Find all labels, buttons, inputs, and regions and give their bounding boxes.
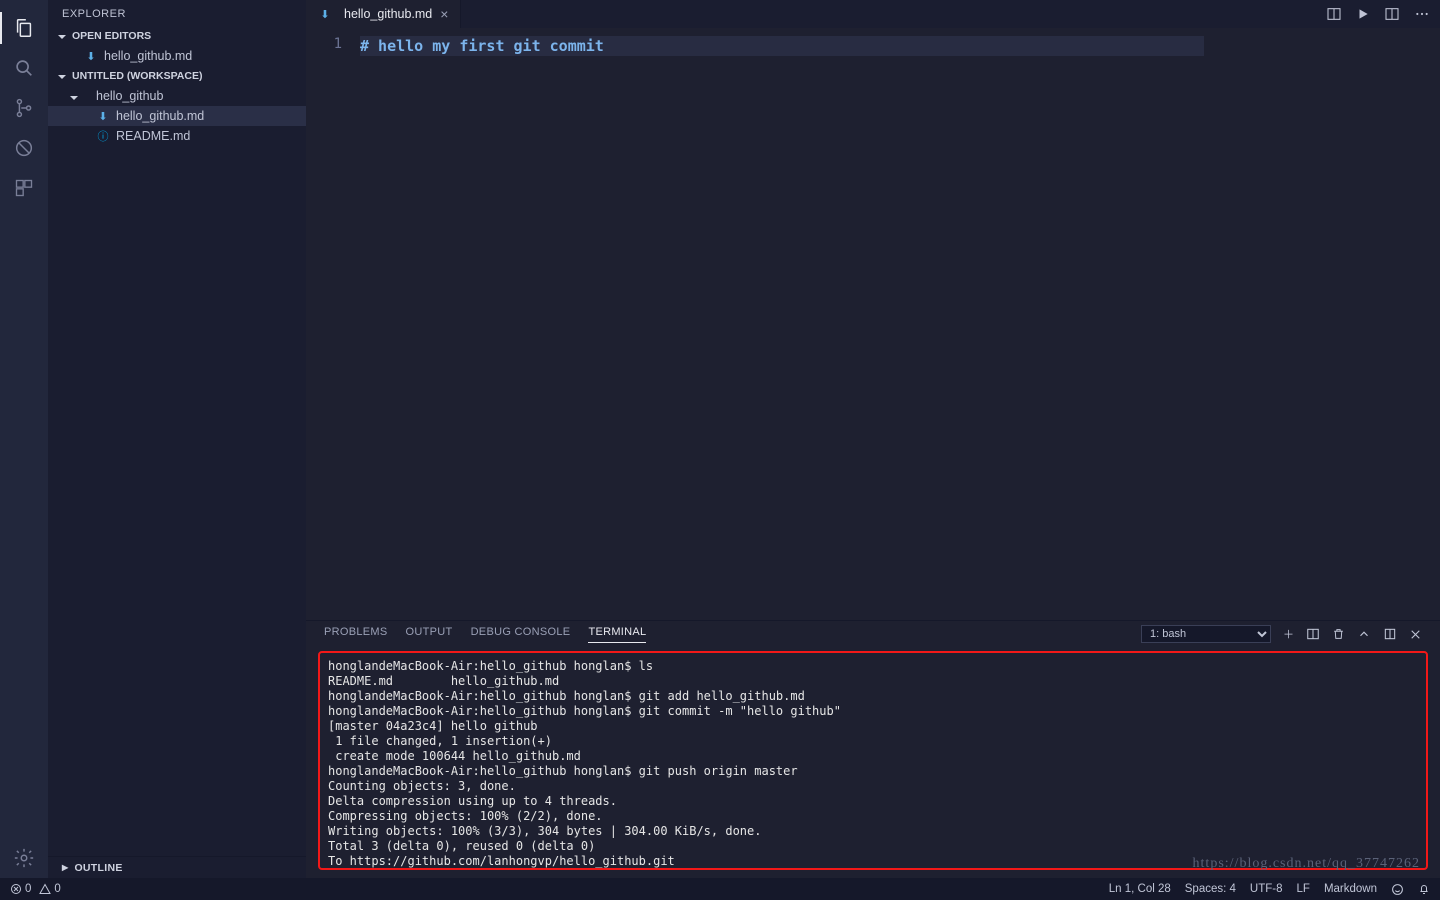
bottom-panel: PROBLEMS OUTPUT DEBUG CONSOLE TERMINAL 1… xyxy=(306,620,1440,878)
file-label: hello_github.md xyxy=(116,109,204,123)
tab-debug-console[interactable]: DEBUG CONSOLE xyxy=(471,626,571,642)
markdown-file-icon: ⬇ xyxy=(96,109,110,123)
settings-gear-icon[interactable] xyxy=(0,838,48,878)
folder-row[interactable]: hello_github xyxy=(48,86,306,106)
outline-header[interactable]: OUTLINE xyxy=(48,856,306,878)
panel-tabs: PROBLEMS OUTPUT DEBUG CONSOLE TERMINAL 1… xyxy=(306,621,1440,647)
notifications-icon[interactable] xyxy=(1418,883,1430,896)
split-preview-icon[interactable] xyxy=(1326,6,1342,22)
markdown-file-icon: ⬇ xyxy=(318,7,332,21)
explorer-icon[interactable] xyxy=(0,8,48,48)
file-row[interactable]: ⬇ hello_github.md xyxy=(48,106,306,126)
new-terminal-icon[interactable]: ＋ xyxy=(1283,626,1294,642)
status-errors[interactable]: 0 xyxy=(10,883,31,895)
tab-output[interactable]: OUTPUT xyxy=(406,626,453,642)
extensions-icon[interactable] xyxy=(0,168,48,208)
status-warnings[interactable]: 0 xyxy=(39,883,60,895)
close-panel-icon[interactable] xyxy=(1409,628,1422,641)
activity-bar xyxy=(0,0,48,878)
markdown-file-icon: ⬇ xyxy=(84,49,98,63)
source-control-icon[interactable] xyxy=(0,88,48,128)
status-encoding[interactable]: UTF-8 xyxy=(1250,883,1283,895)
explorer-sidebar: EXPLORER OPEN EDITORS ⬇ hello_github.md … xyxy=(48,0,306,878)
search-icon[interactable] xyxy=(0,48,48,88)
tab-bar: ⬇ hello_github.md × xyxy=(306,0,1440,28)
status-bar: 0 0 Ln 1, Col 28 Spaces: 4 UTF-8 LF Mark… xyxy=(0,878,1440,900)
split-terminal-icon[interactable] xyxy=(1306,627,1320,641)
tab-problems[interactable]: PROBLEMS xyxy=(324,626,388,642)
code-content[interactable]: # hello my first git commit xyxy=(356,28,1440,620)
maximize-panel-icon[interactable] xyxy=(1383,627,1397,641)
watermark: https://blog.csdn.net/qq_37747262 xyxy=(1193,856,1420,872)
terminal-output[interactable]: honglandeMacBook-Air:hello_github hongla… xyxy=(318,651,1428,870)
folder-label: hello_github xyxy=(96,89,163,103)
close-icon[interactable]: × xyxy=(438,6,450,22)
line-gutter: 1 xyxy=(306,28,356,620)
status-position[interactable]: Ln 1, Col 28 xyxy=(1109,883,1171,895)
kill-terminal-icon[interactable] xyxy=(1332,627,1345,641)
tab-label: hello_github.md xyxy=(344,7,432,21)
file-label: README.md xyxy=(116,129,190,143)
split-editor-icon[interactable] xyxy=(1384,6,1400,22)
terminal-select[interactable]: 1: bash xyxy=(1141,625,1271,643)
debug-icon[interactable] xyxy=(0,128,48,168)
editor-body[interactable]: 1 # hello my first git commit xyxy=(306,28,1440,620)
more-icon[interactable] xyxy=(1414,6,1430,22)
status-language[interactable]: Markdown xyxy=(1324,883,1377,895)
chevron-up-icon[interactable] xyxy=(1357,627,1371,641)
editor-area: ⬇ hello_github.md × 1 xyxy=(306,0,1440,878)
sidebar-title: EXPLORER xyxy=(48,0,306,26)
info-file-icon: ⓘ xyxy=(96,129,110,143)
feedback-icon[interactable] xyxy=(1391,883,1404,896)
open-editor-label: hello_github.md xyxy=(104,49,192,63)
editor-tab[interactable]: ⬇ hello_github.md × xyxy=(306,0,461,28)
file-row[interactable]: ⓘ README.md xyxy=(48,126,306,146)
open-editors-header[interactable]: OPEN EDITORS xyxy=(48,26,306,46)
status-spaces[interactable]: Spaces: 4 xyxy=(1185,883,1236,895)
open-editor-item[interactable]: ⬇ hello_github.md xyxy=(48,46,306,66)
status-eol[interactable]: LF xyxy=(1297,883,1310,895)
tab-terminal[interactable]: TERMINAL xyxy=(588,626,646,643)
code-line: # hello my first git commit xyxy=(360,37,604,55)
workspace-header[interactable]: UNTITLED (WORKSPACE) xyxy=(48,66,306,86)
run-icon[interactable] xyxy=(1356,7,1370,21)
